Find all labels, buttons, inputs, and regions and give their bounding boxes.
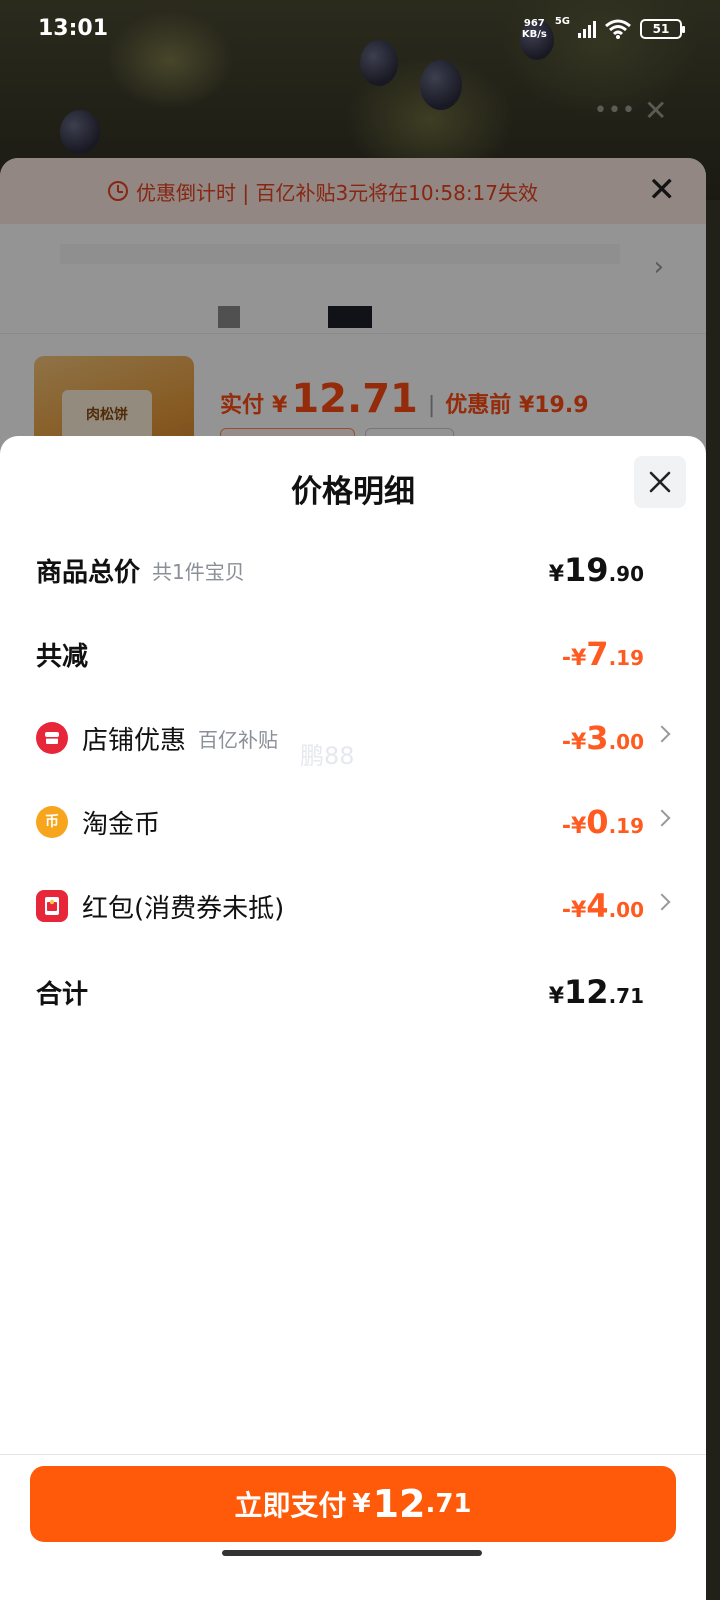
amount-currency: -¥ (561, 814, 587, 839)
amount-currency: -¥ (561, 730, 587, 755)
row-label: 共减 (36, 641, 89, 672)
signal-icon (578, 20, 596, 38)
amount-currency: -¥ (561, 898, 587, 923)
row-amount: ¥ 12 .71 (549, 973, 644, 1011)
amount-integer: 7 (586, 635, 609, 673)
price-detail-sheet: 价格明细 鹏88 商品总价 共1件宝贝 ¥ 19 .90 共减 -¥ 7 .19 (0, 436, 706, 1600)
row-label: 商品总价 (36, 557, 141, 588)
status-icons: 967 KB/s 5G 51 (522, 15, 685, 40)
network-speed-value: 967 (523, 18, 545, 29)
battery-level: 51 (652, 22, 670, 36)
network-speed: 967 KB/s (522, 18, 547, 40)
amount-integer: 4 (586, 887, 609, 925)
amount-currency: -¥ (561, 646, 587, 671)
close-icon (649, 471, 671, 493)
status-bar: 13:01 967 KB/s 5G 51 (0, 0, 720, 64)
row-label: 淘金币 (82, 809, 161, 840)
row-sublabel: 共1件宝贝 (152, 559, 245, 584)
wifi-icon (605, 19, 631, 39)
pay-button-decimal: .71 (425, 1489, 472, 1519)
row-amount: ¥ 19 .90 (549, 551, 644, 589)
battery-icon: 51 (640, 19, 685, 39)
amount-decimal: .90 (608, 562, 644, 586)
row-taobao-coins[interactable]: 币 淘金币 -¥ 0 .19 (36, 792, 666, 852)
red-envelope-icon (36, 890, 68, 922)
row-shop-discount[interactable]: 店铺优惠 百亿补贴 -¥ 3 .00 (36, 708, 666, 768)
pay-now-button[interactable]: 立即支付 ¥ 12 .71 (30, 1466, 676, 1542)
amount-decimal: .19 (608, 814, 644, 838)
chevron-right-icon (656, 890, 670, 904)
chevron-right-icon (656, 722, 670, 736)
footer-divider (0, 1454, 706, 1455)
chevron-right-icon (656, 806, 670, 820)
amount-decimal: .71 (608, 984, 644, 1008)
status-time: 13:01 (38, 16, 109, 41)
amount-integer: 0 (586, 803, 609, 841)
sheet-title: 价格明细 (291, 474, 415, 510)
row-amount: -¥ 7 .19 (562, 635, 644, 673)
amount-integer: 12 (564, 973, 609, 1011)
row-amount: -¥ 4 .00 (562, 887, 644, 925)
shop-icon (36, 722, 68, 754)
amount-integer: 19 (564, 551, 609, 589)
row-amount: -¥ 3 .00 (562, 719, 644, 757)
sheet-close-button[interactable] (634, 456, 686, 508)
row-amount: -¥ 0 .19 (562, 803, 644, 841)
amount-decimal: .00 (608, 898, 644, 922)
amount-currency: ¥ (548, 562, 565, 587)
coin-icon: 币 (36, 806, 68, 838)
home-indicator[interactable] (222, 1550, 482, 1556)
amount-decimal: .19 (608, 646, 644, 670)
amount-integer: 3 (586, 719, 609, 757)
row-label: 店铺优惠 (82, 725, 187, 756)
network-type: 5G (554, 15, 570, 27)
row-total-reduction: 共减 -¥ 7 .19 (36, 624, 666, 684)
network-speed-unit: KB/s (521, 29, 547, 40)
pay-button-label: 立即支付 (234, 1489, 347, 1522)
row-label: 红包(消费券未抵) (82, 893, 285, 924)
row-red-envelope[interactable]: 红包(消费券未抵) -¥ 4 .00 (36, 876, 666, 936)
amount-currency: ¥ (548, 984, 565, 1009)
pay-button-integer: 12 (372, 1482, 426, 1526)
pay-button-currency: ¥ (352, 1489, 371, 1519)
row-label: 合计 (36, 979, 89, 1010)
row-sublabel: 百亿补贴 (198, 727, 279, 752)
amount-decimal: .00 (608, 730, 644, 754)
row-grand-total: 合计 ¥ 12 .71 (36, 962, 666, 1022)
row-goods-total: 商品总价 共1件宝贝 ¥ 19 .90 (36, 540, 666, 600)
